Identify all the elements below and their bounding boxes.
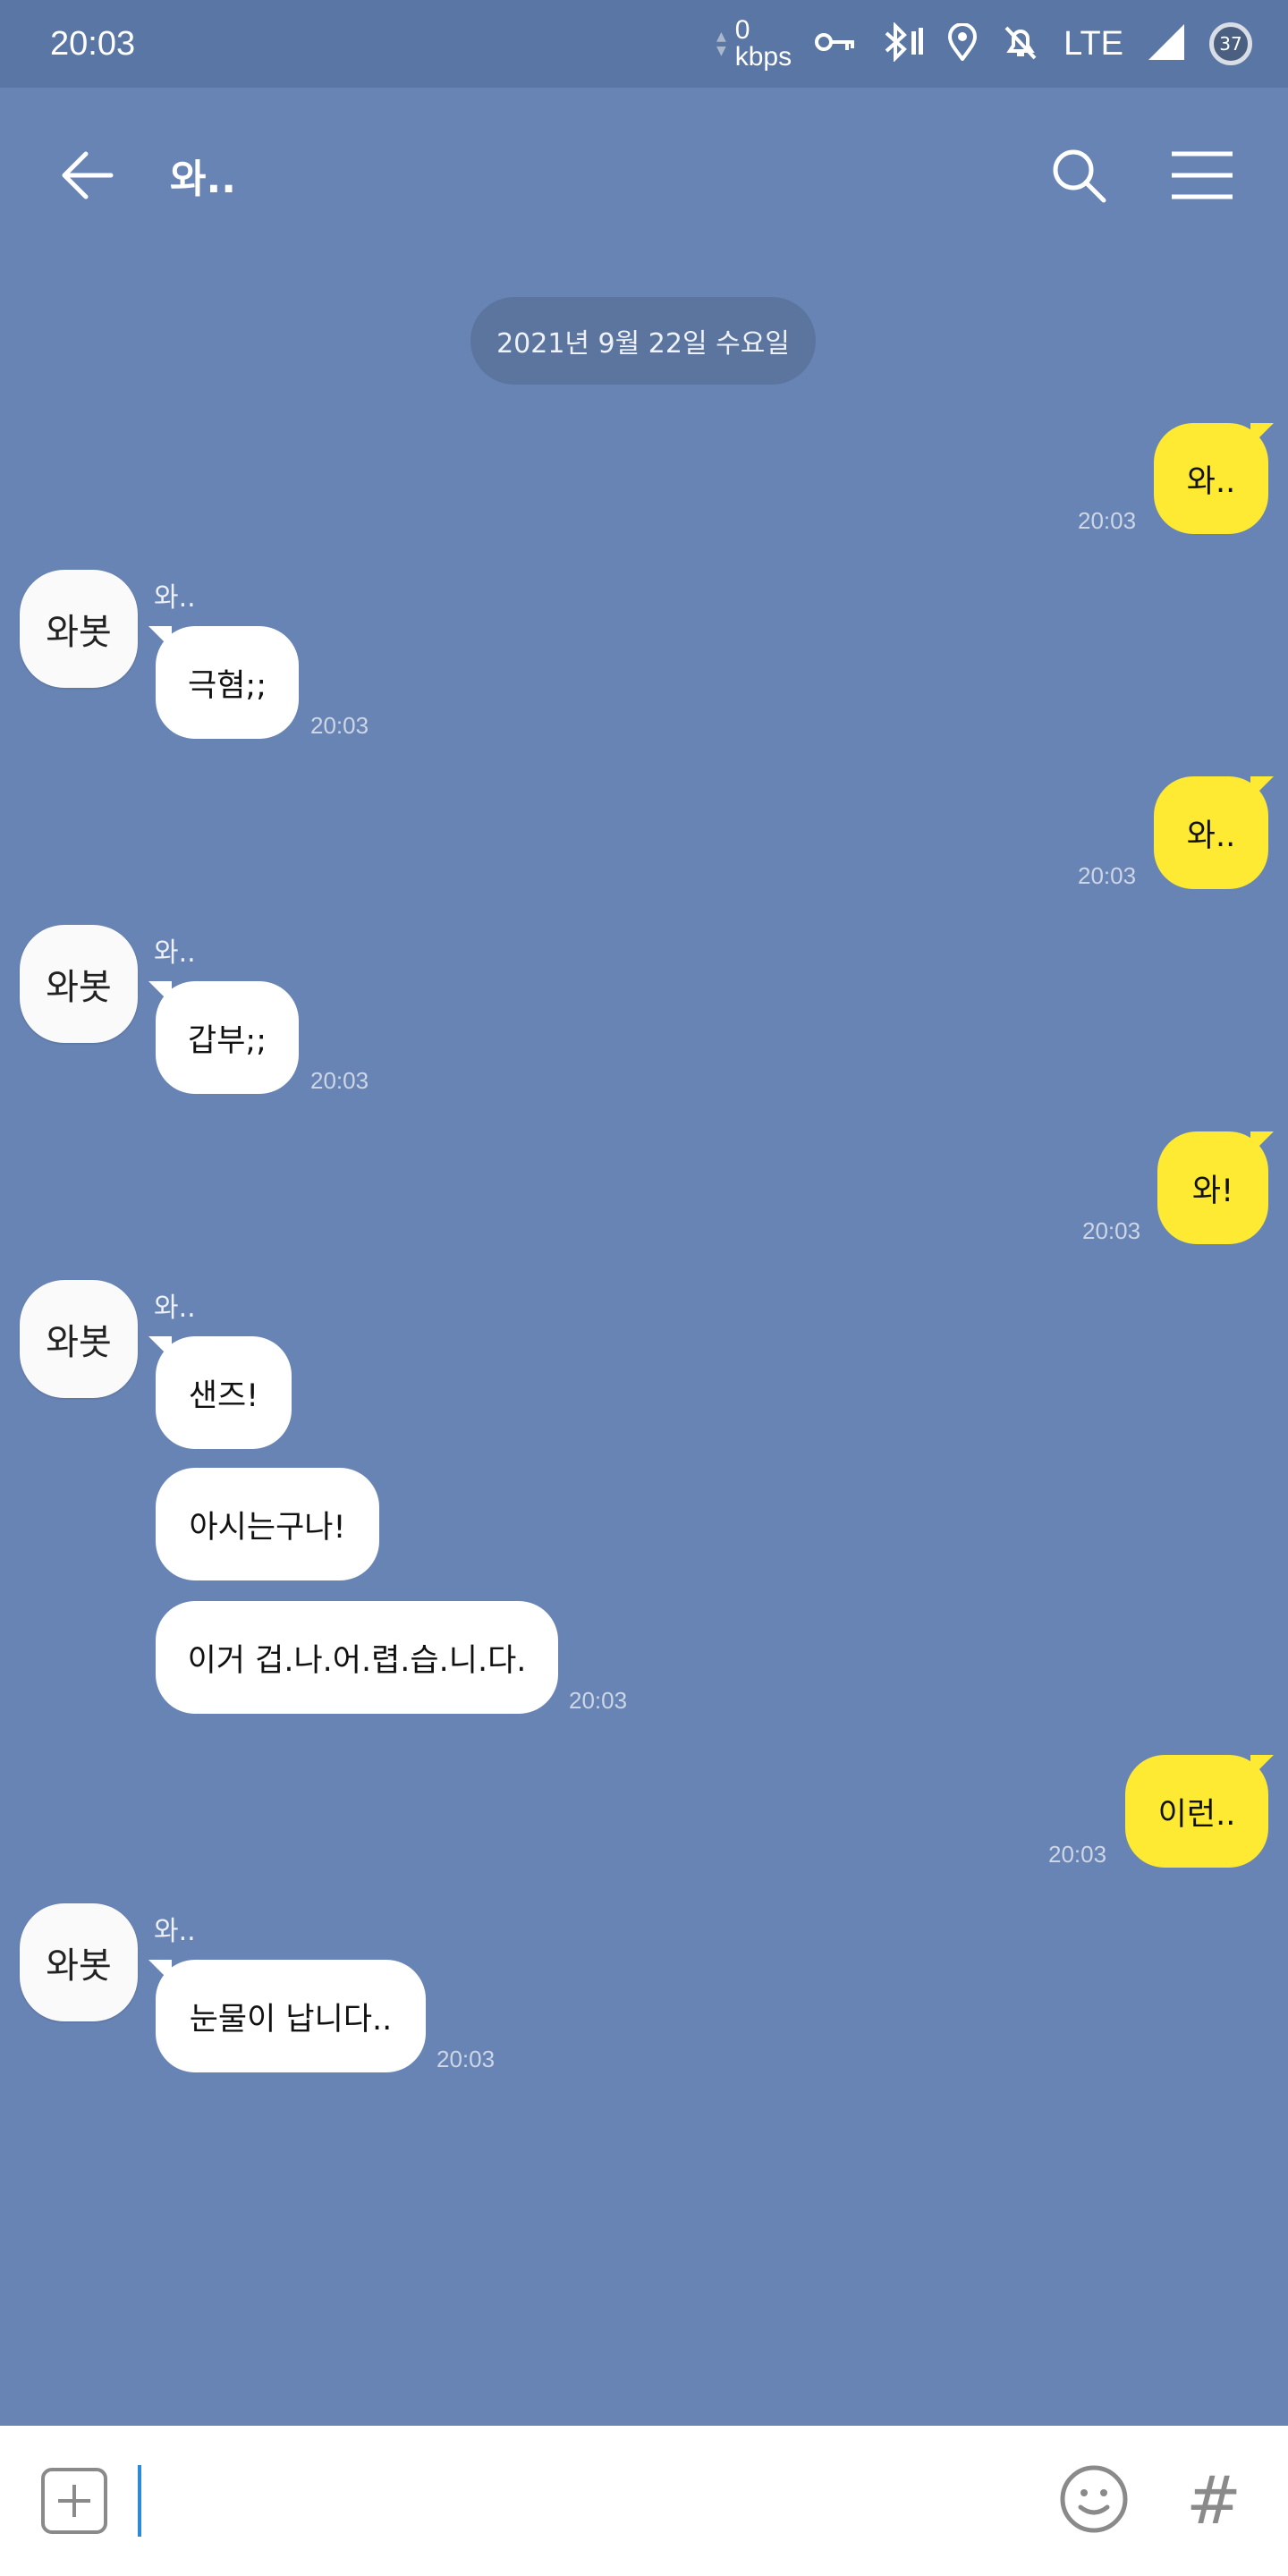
message-time: 20:03 bbox=[569, 1687, 628, 1714]
hashtag-button[interactable]: # bbox=[1186, 2468, 1241, 2534]
location-icon bbox=[947, 22, 978, 64]
menu-icon bbox=[1172, 151, 1233, 199]
their-message-bubble[interactable]: 아시는구나! bbox=[156, 1468, 379, 1580]
status-icons: ▲ ▼ 0 kbps LTE 37 bbox=[716, 17, 1252, 71]
message-input-bar: # bbox=[0, 2426, 1288, 2576]
add-attachment-button[interactable] bbox=[41, 2468, 107, 2534]
data-rate-unit: kbps bbox=[734, 42, 792, 72]
avatar-image: 와봇 bbox=[46, 967, 112, 1008]
bluetooth-icon bbox=[879, 21, 924, 65]
sender-name: 와.. bbox=[154, 937, 196, 969]
avatar-image: 와봇 bbox=[46, 612, 112, 653]
network-type: LTE bbox=[1063, 24, 1123, 63]
chat-title: 와.. bbox=[170, 157, 236, 202]
avatar[interactable]: 와봇 bbox=[20, 1280, 138, 1398]
notifications-off-icon bbox=[1001, 22, 1040, 65]
data-speed: ▲ ▼ 0 kbps bbox=[716, 17, 792, 71]
menu-button[interactable] bbox=[1166, 140, 1238, 211]
message-time: 20:03 bbox=[1078, 507, 1137, 534]
date-divider: 2021년 9월 22일 수요일 bbox=[470, 297, 816, 385]
message-time: 20:03 bbox=[436, 2046, 496, 2072]
search-icon bbox=[1053, 149, 1106, 203]
their-message-bubble[interactable]: 이거 겁.나.어.렵.습.니.다. bbox=[156, 1601, 558, 1714]
data-rate-value: 0 bbox=[734, 15, 750, 45]
their-message-bubble[interactable]: 갑부;; bbox=[156, 981, 299, 1094]
message-time: 20:03 bbox=[1078, 862, 1137, 889]
my-message-bubble[interactable]: 이런.. bbox=[1125, 1755, 1268, 1868]
hashtag-icon: # bbox=[1185, 2462, 1241, 2539]
avatar[interactable]: 와봇 bbox=[20, 570, 138, 688]
avatar-image: 와봇 bbox=[46, 1322, 112, 1363]
battery-icon: 37 bbox=[1209, 22, 1252, 65]
their-message-bubble[interactable]: 극혐;; bbox=[156, 626, 299, 739]
message-time: 20:03 bbox=[310, 712, 369, 739]
plus-icon bbox=[58, 2485, 90, 2517]
avatar[interactable]: 와봇 bbox=[20, 1903, 138, 2021]
emoji-button[interactable] bbox=[1059, 2464, 1129, 2538]
message-time: 20:03 bbox=[310, 1067, 369, 1094]
avatar-image: 와봇 bbox=[46, 1945, 112, 1987]
their-message-bubble[interactable]: 눈물이 납니다.. bbox=[156, 1960, 426, 2072]
sender-name: 와.. bbox=[154, 582, 196, 614]
chat-header: 와.. bbox=[0, 88, 1288, 263]
back-arrow-icon bbox=[62, 151, 114, 199]
sender-name: 와.. bbox=[154, 1292, 196, 1324]
message-input[interactable] bbox=[138, 2465, 943, 2537]
avatar[interactable]: 와봇 bbox=[20, 925, 138, 1043]
status-bar: 20:03 ▲ ▼ 0 kbps LTE 37 bbox=[0, 0, 1288, 88]
vpn-key-icon bbox=[815, 29, 856, 59]
back-button[interactable] bbox=[55, 143, 120, 208]
status-time: 20:03 bbox=[50, 24, 136, 63]
their-message-bubble[interactable]: 샌즈! bbox=[156, 1336, 292, 1449]
search-button[interactable] bbox=[1043, 140, 1114, 211]
message-time: 20:03 bbox=[1048, 1841, 1107, 1868]
message-time: 20:03 bbox=[1082, 1217, 1141, 1244]
emoji-icon bbox=[1060, 2465, 1128, 2533]
sender-name: 와.. bbox=[154, 1916, 196, 1947]
data-arrows-icon: ▲ ▼ bbox=[716, 30, 726, 58]
signal-icon bbox=[1147, 22, 1186, 65]
